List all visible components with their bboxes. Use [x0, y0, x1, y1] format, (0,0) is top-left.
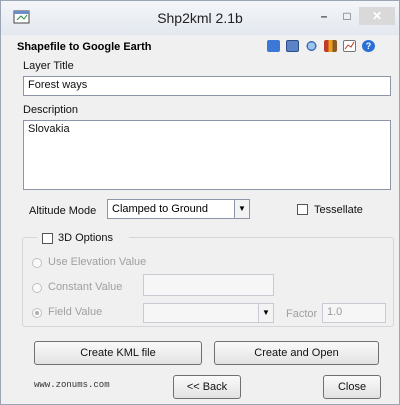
field-value-select[interactable]: ▼: [143, 303, 274, 323]
create-kml-button[interactable]: Create KML file: [34, 341, 202, 365]
factor-input[interactable]: 1.0: [322, 303, 386, 323]
3d-options-label: 3D Options: [58, 232, 114, 244]
chart-icon[interactable]: [343, 40, 356, 52]
tessellate-label: Tessellate: [314, 204, 363, 216]
description-label: Description: [23, 104, 79, 116]
altitude-mode-select[interactable]: Clamped to Ground ▼: [107, 199, 250, 219]
3d-options-checkbox[interactable]: [42, 233, 53, 244]
help-icon[interactable]: ?: [362, 40, 375, 52]
chevron-down-icon[interactable]: ▼: [258, 304, 273, 322]
altitude-mode-label: Altitude Mode: [29, 205, 97, 217]
field-value-label: Field Value: [48, 306, 103, 318]
chevron-down-icon[interactable]: ▼: [234, 200, 249, 218]
description-textarea[interactable]: Slovakia: [23, 120, 391, 190]
tessellate-checkbox[interactable]: [297, 204, 308, 215]
close-button[interactable]: Close: [323, 375, 381, 399]
maximize-button[interactable]: □: [337, 7, 357, 25]
use-elevation-label: Use Elevation Value: [48, 256, 147, 268]
back-button[interactable]: << Back: [173, 375, 241, 399]
close-window-button[interactable]: ✕: [359, 7, 395, 25]
factor-label: Factor: [286, 308, 318, 320]
app-window: Shp2kml 2.1b – □ ✕ Shapefile to Google E…: [0, 0, 400, 405]
field-value-radio[interactable]: [32, 308, 42, 318]
header-subtitle: Shapefile to Google Earth: [17, 41, 152, 53]
view-icon[interactable]: [267, 40, 280, 52]
constant-value-radio[interactable]: [32, 283, 42, 293]
layer-title-label: Layer Title: [23, 60, 74, 72]
constant-value-label: Constant Value: [48, 281, 123, 293]
create-and-open-button[interactable]: Create and Open: [214, 341, 379, 365]
minimize-button[interactable]: –: [314, 7, 334, 25]
title-bar[interactable]: Shp2kml 2.1b – □ ✕: [1, 1, 399, 35]
altitude-mode-value: Clamped to Ground: [112, 203, 208, 215]
website-link[interactable]: www.zonums.com: [34, 380, 110, 390]
layer-title-input[interactable]: Forest ways: [23, 76, 391, 96]
constant-value-input[interactable]: [143, 274, 274, 296]
use-elevation-radio[interactable]: [32, 258, 42, 268]
grid-icon[interactable]: [286, 40, 299, 52]
library-icon[interactable]: [324, 40, 337, 52]
globe-search-icon[interactable]: [305, 40, 318, 52]
